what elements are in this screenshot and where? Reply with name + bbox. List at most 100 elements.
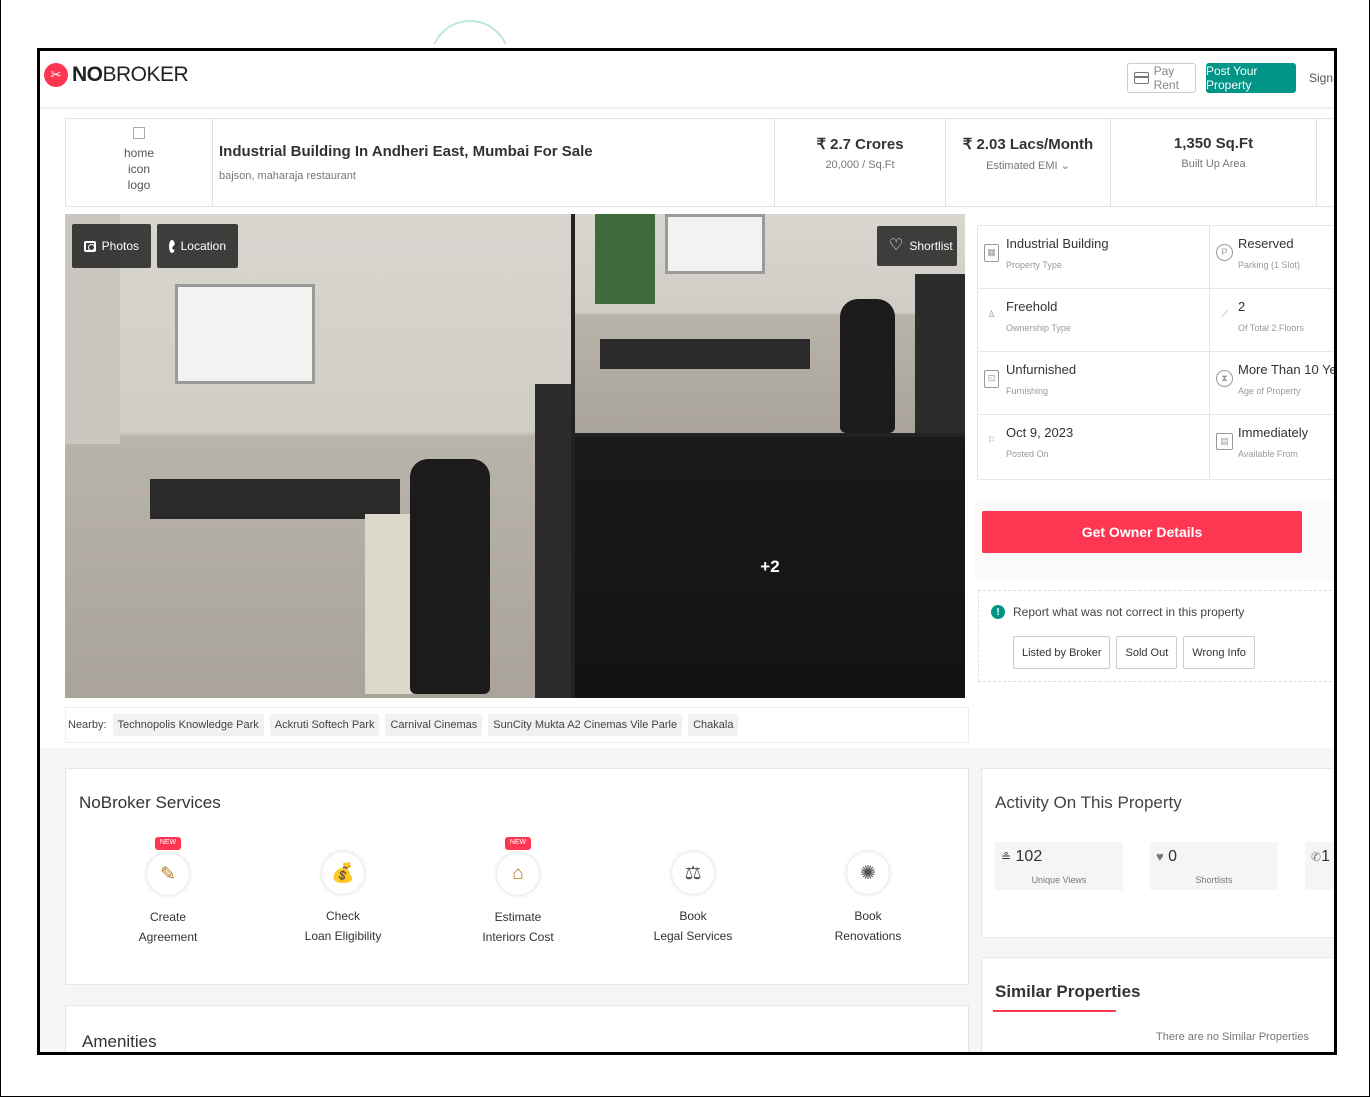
logo-icon: ✂ xyxy=(44,63,68,87)
service-legal[interactable]: ⚖ Book Legal Services xyxy=(633,831,753,946)
location-button[interactable]: Location xyxy=(157,224,238,268)
detail-value: Immediately xyxy=(1238,425,1309,440)
service-label: Book Legal Services xyxy=(653,909,733,943)
age-cell: ⧗ More Than 10 Year Age of Property xyxy=(1210,352,1334,415)
phone-icon: ✆ xyxy=(1311,850,1322,864)
details-row: ♙ Freehold Ownership Type ⟋ 2 Of Total 2… xyxy=(978,289,1334,352)
detail-value: Industrial Building xyxy=(1006,236,1109,251)
shortlist-label: Shortlist xyxy=(909,239,953,253)
owner-details-box: Get Owner Details xyxy=(975,501,1334,581)
floor-cell: ⟋ 2 Of Total 2 Floors xyxy=(1210,289,1334,352)
price-value: ₹ 2.7 Crores xyxy=(816,136,904,153)
detail-label: Of Total 2 Floors xyxy=(1238,323,1304,333)
property-title-block: Industrial Building In Andheri East, Mum… xyxy=(213,119,775,206)
gavel-icon: ⚖ xyxy=(672,852,714,894)
detail-label: Furnishing xyxy=(1006,386,1049,396)
activity-title: Activity On This Property xyxy=(995,793,1182,812)
detail-label: Posted On xyxy=(1006,449,1049,459)
parking-icon: P xyxy=(1216,244,1233,261)
emi-block[interactable]: ₹ 2.03 Lacs/Month Estimated EMI ⌄ xyxy=(946,119,1111,206)
amenities-card: Amenities xyxy=(65,1005,969,1052)
detail-value: Oct 9, 2023 xyxy=(1006,425,1074,440)
unique-views-stat: ≗ 102 Unique Views xyxy=(995,842,1123,890)
nearby-chip[interactable]: SunCity Mukta A2 Cinemas Vile Parle xyxy=(488,714,683,736)
report-options: Listed by Broker Sold Out Wrong Info xyxy=(1013,636,1255,669)
report-sold-out-button[interactable]: Sold Out xyxy=(1116,636,1178,669)
pay-rent-button[interactable]: Pay Rent xyxy=(1127,63,1196,93)
service-loan-eligibility[interactable]: 💰 Check Loan Eligibility xyxy=(283,831,403,946)
detail-label: Parking (1 Slot) xyxy=(1238,260,1301,270)
area-label: Built Up Area xyxy=(1181,158,1246,170)
main-photo[interactable] xyxy=(65,214,571,698)
nearby-chip[interactable]: Technopolis Knowledge Park xyxy=(112,714,264,736)
paint-icon: ✺ xyxy=(847,852,889,894)
logo-alt-line: icon xyxy=(127,162,150,176)
price-block: ₹ 2.7 Crores 20,000 / Sq.Ft xyxy=(775,119,946,206)
report-listed-by-broker-button[interactable]: Listed by Broker xyxy=(1013,636,1111,669)
contacts-value: ✆1 xyxy=(1311,848,1330,865)
service-label: Book Renovations xyxy=(834,909,902,943)
post-property-button[interactable]: Post Your Property xyxy=(1206,63,1296,93)
price-per-sqft: 20,000 / Sq.Ft xyxy=(825,159,895,171)
nearby-chip[interactable]: Carnival Cinemas xyxy=(385,714,483,736)
available-from-cell: ▤ Immediately Available From xyxy=(1210,415,1334,478)
more-photos-count: +2 xyxy=(760,557,780,576)
detail-value: 2 xyxy=(1238,299,1246,314)
emi-label[interactable]: Estimated EMI ⌄ xyxy=(946,159,1110,172)
broken-image-icon xyxy=(133,127,145,139)
heart-filled-icon: ♥ xyxy=(1156,849,1164,864)
detail-value: Reserved xyxy=(1238,236,1294,251)
report-title: ! Report what was not correct in this pr… xyxy=(991,605,1244,619)
signup-link[interactable]: Sign u xyxy=(1309,71,1334,85)
service-label: Create Agreement xyxy=(138,910,198,944)
logo-alt-line: logo xyxy=(127,178,151,192)
details-row: ▦ Industrial Building Property Type P Re… xyxy=(978,226,1334,289)
activity-card: Activity On This Property ≗ 102 Unique V… xyxy=(981,768,1334,938)
services-card: NoBroker Services NEW ✎ Create Agreement … xyxy=(65,768,969,985)
get-owner-details-button[interactable]: Get Owner Details xyxy=(982,511,1302,553)
shortlists-label: Shortlists xyxy=(1195,875,1233,885)
owner-icon: ♙ xyxy=(987,309,996,319)
report-box: ! Report what was not correct in this pr… xyxy=(978,590,1334,682)
service-create-agreement[interactable]: NEW ✎ Create Agreement xyxy=(108,831,228,947)
area-value: 1,350 Sq.Ft xyxy=(1173,135,1254,152)
person-icon: ≗ xyxy=(1001,850,1012,864)
service-interiors-cost[interactable]: NEW ⌂ Estimate Interiors Cost xyxy=(458,831,578,947)
nobroker-logo[interactable]: ✂ NOBROKER xyxy=(44,63,189,87)
office-photo-scene xyxy=(65,214,571,698)
building-icon: ▦ xyxy=(984,244,999,262)
photo-gallery: +2 Photos Location ♡ Shortlist xyxy=(65,214,965,698)
report-wrong-info-button[interactable]: Wrong Info xyxy=(1183,636,1255,669)
property-summary: home icon logo Industrial Building In An… xyxy=(65,118,1334,207)
interiors-icon: ⌂ xyxy=(497,853,539,895)
nearby-places: Nearby: Technopolis Knowledge Park Ackru… xyxy=(65,707,969,743)
area-block: 1,350 Sq.Ft Built Up Area xyxy=(1111,119,1317,206)
detail-label: Age of Property xyxy=(1238,386,1301,396)
emi-value: ₹ 2.03 Lacs/Month xyxy=(962,136,1094,153)
heart-icon: ♡ xyxy=(889,237,904,254)
more-photos-tile[interactable]: +2 xyxy=(575,437,965,698)
amenities-title: Amenities xyxy=(82,1032,157,1051)
views-label: Unique Views xyxy=(1031,875,1087,885)
cabinet-icon: ⊡ xyxy=(984,370,999,388)
details-row: ⊡ Unfurnished Furnishing ⧗ More Than 10 … xyxy=(978,352,1334,415)
logo-text: NOBROKER xyxy=(72,63,189,86)
photos-button[interactable]: Photos xyxy=(72,224,151,268)
detail-value: Unfurnished xyxy=(1006,362,1077,377)
shortlist-button[interactable]: ♡ Shortlist xyxy=(877,226,957,266)
hourglass-icon: ⧗ xyxy=(1216,370,1233,387)
location-label: Location xyxy=(180,239,226,253)
contacts-stat: ✆1 xyxy=(1305,842,1334,890)
shortlists-value: ♥ 0 xyxy=(1156,848,1178,865)
ownership-cell: ♙ Freehold Ownership Type xyxy=(978,289,1210,352)
services-title: NoBroker Services xyxy=(79,793,221,812)
logo-alt-line: home xyxy=(123,146,155,160)
service-renovations[interactable]: ✺ Book Renovations xyxy=(808,831,928,946)
property-details-grid: ▦ Industrial Building Property Type P Re… xyxy=(977,225,1334,480)
compass-icon xyxy=(169,239,175,253)
report-title-text: Report what was not correct in this prop… xyxy=(1013,605,1245,619)
nearby-chip[interactable]: Chakala xyxy=(688,714,739,736)
stairs-icon: ⟋ xyxy=(1221,309,1228,319)
detail-label: Property Type xyxy=(1006,260,1062,270)
nearby-chip[interactable]: Ackruti Softech Park xyxy=(269,714,380,736)
